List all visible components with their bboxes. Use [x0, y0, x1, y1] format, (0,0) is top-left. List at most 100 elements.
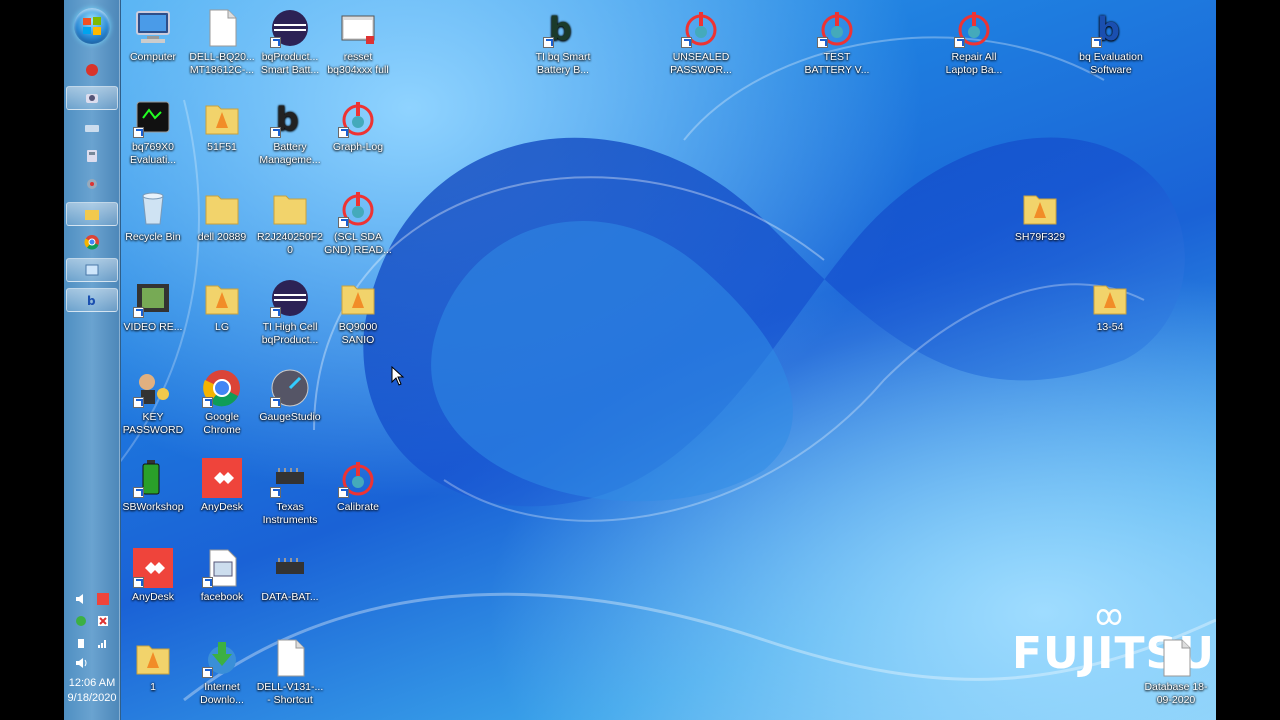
- desktop-icon-resset-bq304xxx[interactable]: resset bq304xxx full: [323, 8, 393, 77]
- desktop-icon-bq769x0[interactable]: bq769X0 Evaluati...: [118, 98, 188, 167]
- taskbar-app-camera[interactable]: [66, 86, 118, 110]
- shortcut-arrow-icon: [202, 667, 213, 678]
- desktop-icon-ti-bq-smart-battery[interactable]: b TI bq Smart Battery B...: [528, 8, 598, 77]
- flag-icon[interactable]: [96, 614, 110, 628]
- taskbar-app-1[interactable]: [66, 58, 118, 82]
- shortcut-arrow-icon: [338, 127, 349, 138]
- shortcut-arrow-icon: [133, 487, 144, 498]
- desktop-icon-battery-management[interactable]: b Battery Manageme...: [255, 98, 325, 167]
- shortcut-arrow-icon: [270, 37, 281, 48]
- mouse-cursor-icon: [391, 366, 405, 386]
- start-button[interactable]: [74, 8, 110, 44]
- document-icon: [277, 639, 305, 677]
- desktop-icon-video-re[interactable]: VIDEO RE...: [118, 278, 188, 334]
- desktop-icon-graph-log[interactable]: Graph-Log: [323, 98, 393, 154]
- camera-icon: [86, 94, 98, 103]
- volume-icon[interactable]: [74, 656, 88, 670]
- desktop-icon-ti-high-cell[interactable]: TI High Cell bqProduct...: [255, 278, 325, 347]
- shortcut-arrow-icon: [817, 37, 828, 48]
- desktop[interactable]: b 12:06 AM 9/18/2020 Computer bq769X0 Ev…: [64, 0, 1216, 720]
- program-window-icon: [341, 15, 375, 44]
- shortcut-arrow-icon: [270, 487, 281, 498]
- taskbar: b 12:06 AM 9/18/2020: [64, 0, 121, 720]
- desktop-icon-scl-sda-gnd[interactable]: (SCL SDA GND) READ...: [323, 188, 393, 257]
- desktop-icon-facebook[interactable]: facebook: [187, 548, 257, 604]
- desktop-icon-google-chrome[interactable]: Google Chrome: [187, 368, 257, 437]
- desktop-icon-anydesk[interactable]: AnyDesk: [187, 458, 257, 514]
- desktop-icon-database[interactable]: Database 18-09-2020: [1141, 638, 1211, 707]
- vlc-folder-icon: [205, 285, 239, 315]
- desktop-icon-r2j240250f20[interactable]: R2J240250F20: [255, 188, 325, 257]
- network-icon[interactable]: [74, 614, 88, 628]
- desktop-icon-lg[interactable]: LG: [187, 278, 257, 334]
- shortcut-arrow-icon: [133, 397, 144, 408]
- recycle-bin-icon: [142, 192, 164, 225]
- clock-time[interactable]: 12:06 AM: [64, 676, 120, 690]
- folder-icon: [85, 210, 99, 220]
- desktop-icon-bq-evaluation-software[interactable]: b bq Evaluation Software: [1076, 8, 1146, 77]
- desktop-icon-folder-1[interactable]: 1: [118, 638, 188, 694]
- desktop-icon-sbworkshop[interactable]: SBWorkshop: [118, 458, 188, 514]
- document-icon: [1163, 639, 1191, 677]
- desktop-icon-recycle-bin[interactable]: Recycle Bin: [118, 188, 188, 244]
- vlc-folder-icon: [341, 285, 375, 315]
- desktop-icon-test-battery[interactable]: TEST BATTERY V...: [802, 8, 872, 77]
- document-icon: [209, 9, 237, 47]
- signal-bars-icon[interactable]: [96, 636, 110, 650]
- shortcut-arrow-icon: [202, 577, 213, 588]
- desktop-icon-repair-all-laptop[interactable]: Repair All Laptop Ba...: [939, 8, 1009, 77]
- taskbar-app-calculator[interactable]: [66, 144, 118, 168]
- anydesk-tray-icon[interactable]: [96, 592, 110, 606]
- desktop-icon-51f51[interactable]: 51F51: [187, 98, 257, 154]
- shortcut-arrow-icon: [270, 127, 281, 138]
- shortcut-arrow-icon: [954, 37, 965, 48]
- vlc-folder-icon: [205, 105, 239, 135]
- chrome-icon: [84, 235, 99, 250]
- shortcut-arrow-icon: [270, 397, 281, 408]
- red-app-icon: [86, 64, 98, 76]
- vlc-folder-icon: [1023, 195, 1057, 225]
- shortcut-arrow-icon: [543, 37, 554, 48]
- desktop-icon-unsealed-password[interactable]: UNSEALED PASSWOR...: [666, 8, 736, 77]
- desktop-icon-anydesk-2[interactable]: AnyDesk: [118, 548, 188, 604]
- desktop-icon-data-bat[interactable]: DATA-BAT...: [255, 548, 325, 604]
- power-plug-icon[interactable]: [74, 636, 88, 650]
- vlc-folder-icon: [136, 645, 170, 675]
- folder-icon: [273, 195, 307, 225]
- desktop-icon-bqproduct-smart[interactable]: bqProduct... Smart Batt...: [255, 8, 325, 77]
- desktop-icon-sh79f329[interactable]: SH79F329: [1005, 188, 1075, 244]
- chip-icon: [276, 558, 304, 574]
- desktop-icon-gaugestudio[interactable]: GaugeStudio: [255, 368, 325, 424]
- shortcut-arrow-icon: [338, 487, 349, 498]
- speaker-icon[interactable]: [74, 592, 88, 606]
- taskbar-app-explorer[interactable]: [66, 202, 118, 226]
- shortcut-arrow-icon: [202, 397, 213, 408]
- shortcut-arrow-icon: [1091, 37, 1102, 48]
- shortcut-arrow-icon: [133, 577, 144, 588]
- desktop-icon-bq9000-sanio[interactable]: BQ9000 SANIO: [323, 278, 393, 347]
- desktop-icon-dell-20889[interactable]: dell 20889: [187, 188, 257, 244]
- desktop-icon-dell-v131[interactable]: DELL-V131-... - Shortcut: [255, 638, 325, 707]
- svg-text:b: b: [87, 294, 96, 308]
- taskbar-app-keyboard[interactable]: [66, 116, 118, 140]
- anydesk-icon: [202, 458, 242, 498]
- calculator-icon: [87, 150, 97, 162]
- desktop-icon-computer[interactable]: Computer: [118, 8, 188, 64]
- desktop-icon-internet-download[interactable]: Internet Downlo...: [187, 638, 257, 707]
- desktop-icon-calibrate[interactable]: Calibrate: [323, 458, 393, 514]
- taskbar-app-window[interactable]: [66, 258, 118, 282]
- taskbar-app-chip[interactable]: [66, 172, 118, 196]
- folder-icon: [205, 195, 239, 225]
- shortcut-arrow-icon: [338, 217, 349, 228]
- window-icon: [85, 264, 99, 276]
- clock-date[interactable]: 9/18/2020: [64, 691, 120, 705]
- taskbar-app-chrome[interactable]: [66, 230, 118, 254]
- desktop-icon-dell-bq20[interactable]: DELL-BQ20... MT18612C-...: [187, 8, 257, 77]
- shortcut-arrow-icon: [133, 307, 144, 318]
- shortcut-arrow-icon: [270, 307, 281, 318]
- desktop-icon-key-password[interactable]: KEY PASSWORD: [118, 368, 188, 437]
- shortcut-arrow-icon: [681, 37, 692, 48]
- desktop-icon-texas-instruments[interactable]: Texas Instruments: [255, 458, 325, 527]
- desktop-icon-13-54[interactable]: 13-54: [1075, 278, 1145, 334]
- taskbar-app-bq[interactable]: b: [66, 288, 118, 312]
